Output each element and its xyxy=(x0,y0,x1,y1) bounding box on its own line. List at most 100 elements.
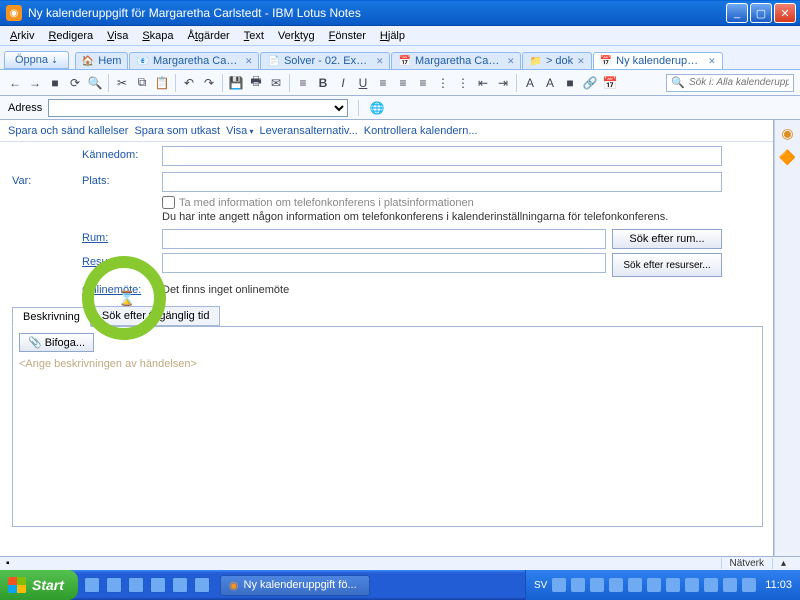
tb-mail[interactable]: ✉ xyxy=(267,74,285,92)
tab-sok-tid[interactable]: Sök efter tillgänglig tid xyxy=(91,306,221,326)
task-lotus-notes[interactable]: ◉ Ny kalenderuppgift fö... xyxy=(220,575,370,596)
menu-skapa[interactable]: Skapa xyxy=(136,28,179,44)
tb-undo[interactable]: ↶ xyxy=(180,74,198,92)
tray-icon-2[interactable] xyxy=(571,578,585,592)
phone-conf-checkbox[interactable] xyxy=(162,196,175,209)
tab-dok[interactable]: 📁> dok✕ xyxy=(522,52,591,69)
tab-margaretha-mail[interactable]: 📧Margaretha Carlstedt ...✕ xyxy=(129,52,259,69)
rum-field[interactable] xyxy=(162,229,606,249)
menu-arkiv[interactable]: Arkiv xyxy=(4,28,40,44)
tb-align-center[interactable]: ≡ xyxy=(394,74,412,92)
tb-search[interactable]: 🔍 xyxy=(86,74,104,92)
tb-font-down[interactable]: A xyxy=(521,74,539,92)
visa-dropdown[interactable]: Visa xyxy=(226,125,253,137)
tray-icon-11[interactable] xyxy=(742,578,756,592)
tray-icon-9[interactable] xyxy=(704,578,718,592)
menu-visa[interactable]: Visa xyxy=(101,28,134,44)
tb-link[interactable]: 🔗 xyxy=(581,74,599,92)
tb-save[interactable]: 💾 xyxy=(227,74,245,92)
address-input[interactable] xyxy=(48,99,348,117)
ql-icon-1[interactable] xyxy=(84,577,100,593)
tb-back[interactable]: ← xyxy=(6,74,24,92)
tb-color[interactable]: ■ xyxy=(561,74,579,92)
tb-calendar[interactable]: 📅 xyxy=(601,74,619,92)
tray-icon-8[interactable] xyxy=(685,578,699,592)
tray-icon-7[interactable] xyxy=(666,578,680,592)
kannedom-field[interactable] xyxy=(162,146,722,166)
window-title: Ny kalenderuppgift för Margaretha Carlst… xyxy=(28,6,726,20)
menu-verktyg[interactable]: Verktyg xyxy=(272,28,321,44)
tray-icon-10[interactable] xyxy=(723,578,737,592)
tb-indent-left[interactable]: ⇤ xyxy=(474,74,492,92)
menu-redigera[interactable]: Redigera xyxy=(42,28,99,44)
tray-icon-3[interactable] xyxy=(590,578,604,592)
ql-icon-5[interactable] xyxy=(172,577,188,593)
tab-close-icon[interactable]: ✕ xyxy=(708,56,716,67)
resurser-label[interactable]: Resurser: xyxy=(82,253,162,268)
tray-icon-4[interactable] xyxy=(609,578,623,592)
check-calendar-button[interactable]: Kontrollera kalendern... xyxy=(364,125,478,137)
ql-icon-2[interactable] xyxy=(106,577,122,593)
save-draft-button[interactable]: Spara som utkast xyxy=(134,125,220,137)
tb-redo[interactable]: ↷ xyxy=(200,74,218,92)
open-button[interactable]: Öppna ⇣ xyxy=(4,51,69,69)
tab-margaretha-cal[interactable]: 📅Margaretha Carlstedt ...✕ xyxy=(391,52,521,69)
rum-label[interactable]: Rum: xyxy=(82,229,162,244)
save-send-button[interactable]: Spara och sänd kallelser xyxy=(8,125,128,137)
tray-language[interactable]: SV xyxy=(534,580,547,591)
tray-clock[interactable]: 11:03 xyxy=(761,579,792,591)
tb-indent-right[interactable]: ⇥ xyxy=(494,74,512,92)
menu-fonster[interactable]: Fönster xyxy=(323,28,372,44)
tb-cut[interactable]: ✂ xyxy=(113,74,131,92)
menu-text[interactable]: Text xyxy=(238,28,270,44)
description-placeholder[interactable]: <Ange beskrivningen av händelsen> xyxy=(19,358,756,370)
tb-copy[interactable]: ⧉ xyxy=(133,74,151,92)
find-room-button[interactable]: Sök efter rum... xyxy=(612,229,722,249)
menu-atgarder[interactable]: Åtgärder xyxy=(182,28,236,44)
tb-stop[interactable]: ■ xyxy=(46,74,64,92)
tb-properties[interactable]: ≡ xyxy=(294,74,312,92)
start-button[interactable]: Start xyxy=(0,570,78,600)
tray-icon-5[interactable] xyxy=(628,578,642,592)
tab-close-icon[interactable]: ✕ xyxy=(577,56,585,67)
tb-align-right[interactable]: ≡ xyxy=(414,74,432,92)
sidebar-feed-icon[interactable]: 🔶 xyxy=(779,148,797,166)
tray-icon-1[interactable] xyxy=(552,578,566,592)
tb-font-up[interactable]: A xyxy=(541,74,559,92)
tab-close-icon[interactable]: ✕ xyxy=(507,56,515,67)
tb-align-left[interactable]: ≡ xyxy=(374,74,392,92)
tb-print[interactable]: 🖶 xyxy=(247,74,265,92)
tab-ny-kalenderuppgift[interactable]: 📅Ny kalenderuppgift f...✕ xyxy=(593,52,723,69)
tab-solver[interactable]: 📄Solver - 02. Expertfun...✕ xyxy=(260,52,390,69)
close-button[interactable]: ✕ xyxy=(774,3,796,23)
tb-bold[interactable]: B xyxy=(314,74,332,92)
delivery-options-button[interactable]: Leveransalternativ... xyxy=(260,125,358,137)
ql-icon-6[interactable] xyxy=(194,577,210,593)
tb-refresh[interactable]: ⟳ xyxy=(66,74,84,92)
sidebar-contacts-icon[interactable]: ◉ xyxy=(779,124,797,142)
tb-list1[interactable]: ⋮ xyxy=(434,74,452,92)
tb-italic[interactable]: I xyxy=(334,74,352,92)
globe-icon[interactable]: 🌐 xyxy=(369,100,385,116)
tb-fwd[interactable]: → xyxy=(26,74,44,92)
minimize-button[interactable]: _ xyxy=(726,3,748,23)
tb-list2[interactable]: ⋮ xyxy=(454,74,472,92)
ql-icon-3[interactable] xyxy=(128,577,144,593)
search-box[interactable]: 🔍 xyxy=(666,74,794,92)
tab-close-icon[interactable]: ✕ xyxy=(376,56,384,67)
tab-hem[interactable]: 🏠Hem xyxy=(75,52,129,69)
resurser-field[interactable] xyxy=(162,253,606,273)
find-resources-button[interactable]: Sök efter resurser... xyxy=(612,253,722,277)
maximize-button[interactable]: ▢ xyxy=(750,3,772,23)
plats-field[interactable] xyxy=(162,172,722,192)
menu-hjalp[interactable]: Hjälp xyxy=(374,28,411,44)
ql-icon-4[interactable] xyxy=(150,577,166,593)
search-input[interactable] xyxy=(689,77,789,88)
tab-close-icon[interactable]: ✕ xyxy=(245,56,253,67)
calendar-icon: 📅 xyxy=(398,56,410,67)
tray-icon-6[interactable] xyxy=(647,578,661,592)
tb-underline[interactable]: U xyxy=(354,74,372,92)
attach-button[interactable]: 📎Bifoga... xyxy=(19,333,94,352)
tb-paste[interactable]: 📋 xyxy=(153,74,171,92)
tab-beskrivning[interactable]: Beskrivning xyxy=(12,307,91,327)
